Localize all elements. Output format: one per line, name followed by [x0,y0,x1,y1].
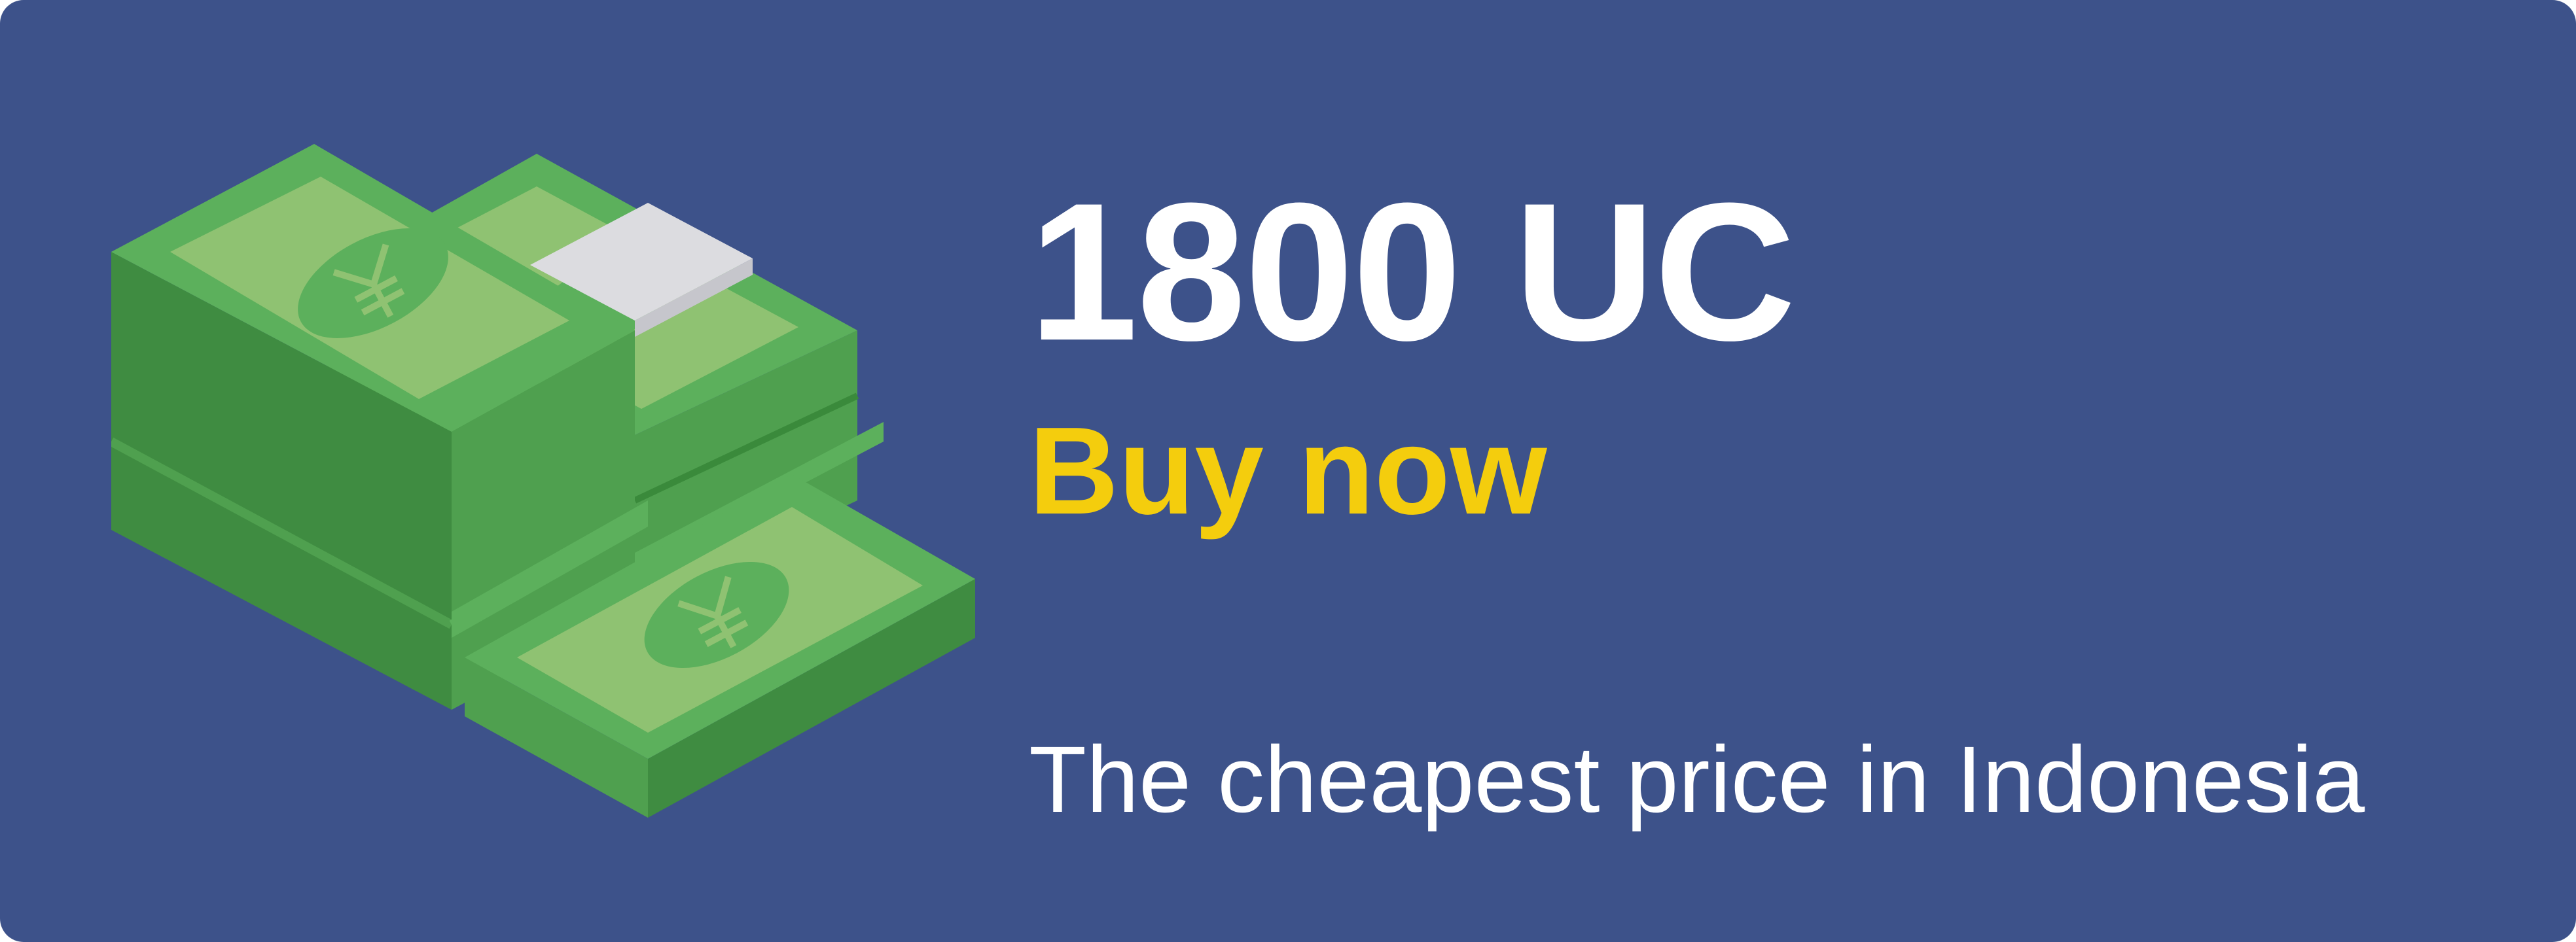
buy-now-button[interactable]: Buy now [1029,409,1547,533]
money-stacks-icon [111,134,988,821]
promo-banner[interactable]: 1800 UC Buy now The cheapest price in In… [0,0,2576,942]
tagline-text: The cheapest price in Indonesia [1029,727,2365,832]
product-title: 1800 UC [1029,162,1796,381]
